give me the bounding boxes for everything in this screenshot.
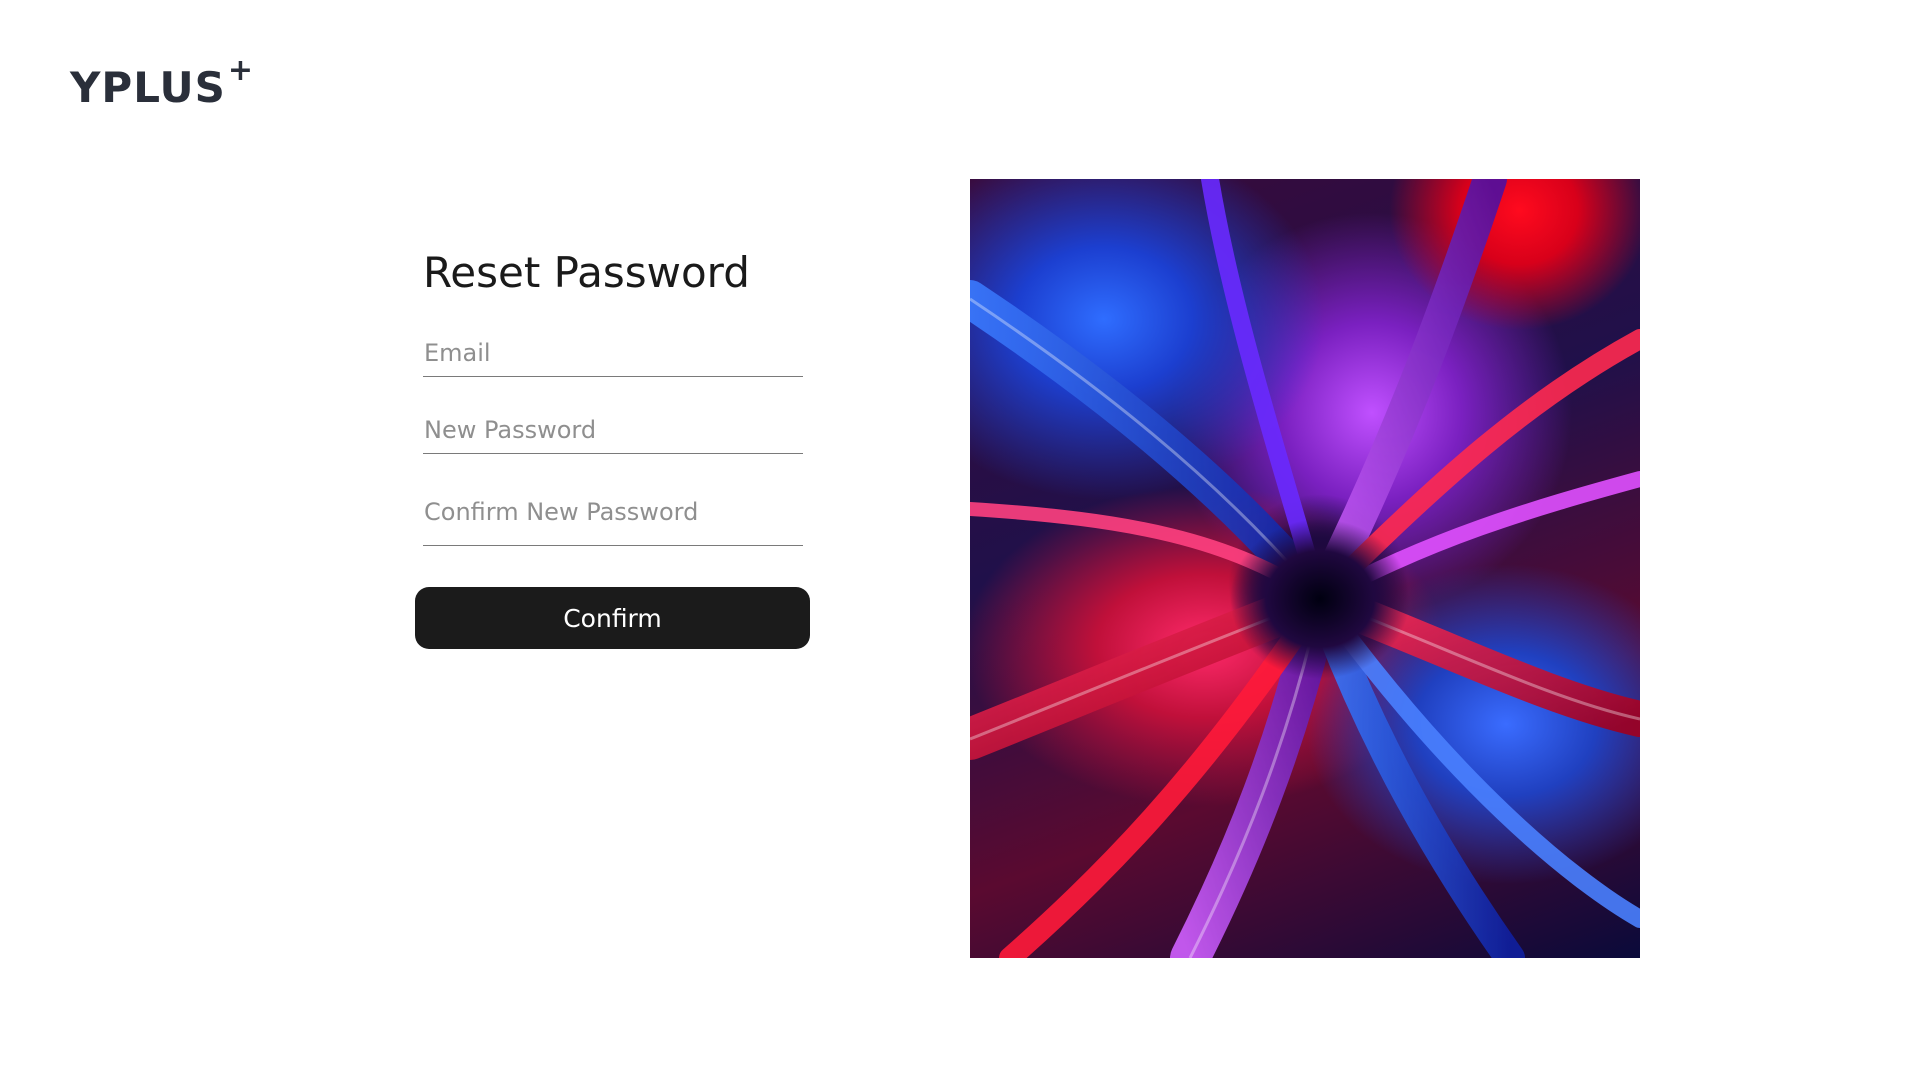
confirm-password-input[interactable] [423, 498, 804, 545]
confirm-password-field-container [423, 498, 804, 546]
logo-plus-icon: + [227, 53, 253, 88]
email-input[interactable] [423, 339, 804, 376]
abstract-artwork-image [970, 179, 1640, 958]
email-field-container [423, 339, 804, 377]
page-title: Reset Password [423, 248, 750, 297]
new-password-input[interactable] [423, 416, 804, 453]
artwork-streaks [970, 179, 1640, 958]
logo-text: YPLUS [70, 63, 226, 112]
yplus-logo: YPLUS + [70, 53, 253, 112]
confirm-button[interactable]: Confirm [415, 587, 810, 649]
new-password-field-container [423, 416, 804, 454]
